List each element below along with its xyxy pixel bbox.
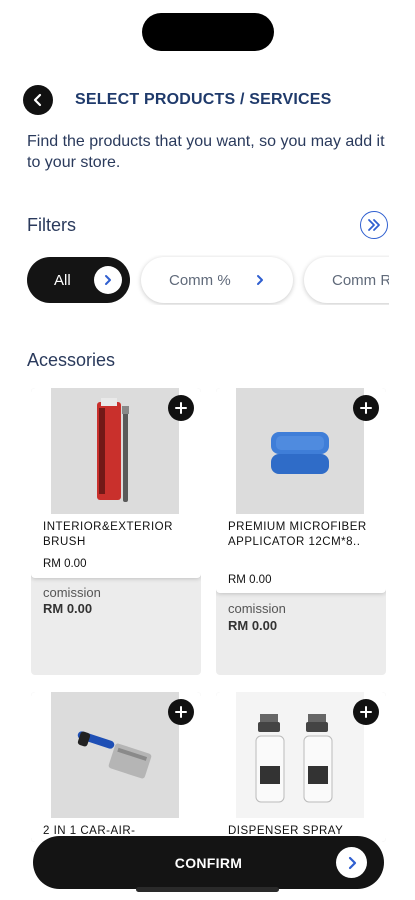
page-title: SELECT PRODUCTS / SERVICES — [75, 91, 332, 108]
filter-chip-label: Comm % — [169, 271, 231, 289]
product-card-top: 2 IN 1 CAR-AIR- — [31, 692, 201, 842]
chevron-right-icon — [336, 847, 367, 878]
product-image — [51, 388, 179, 514]
commission-value: RM 0.00 — [43, 601, 93, 616]
filters-toggle-button[interactable] — [360, 211, 388, 239]
header: SELECT PRODUCTS / SERVICES — [23, 83, 393, 117]
filter-chip-label: All — [54, 271, 71, 289]
filter-chip-label: Comm R — [332, 271, 389, 289]
product-name: PREMIUM MICROFIBER APPLICATOR 12CM*8.. — [228, 521, 367, 548]
plus-icon — [360, 402, 372, 414]
chevron-right-icon — [94, 266, 122, 294]
filter-chip-comm-rm[interactable]: Comm R — [304, 257, 389, 303]
section-title: Acessories — [27, 350, 116, 370]
add-product-button[interactable] — [168, 699, 194, 725]
double-chevron-right-icon — [368, 219, 380, 231]
add-product-button[interactable] — [168, 395, 194, 421]
add-product-button[interactable] — [353, 699, 379, 725]
commission-label: comission — [43, 585, 101, 600]
product-card[interactable]: DISPENSER SPRAY — [216, 692, 386, 842]
product-card[interactable]: 2 IN 1 CAR-AIR- — [31, 692, 201, 842]
plus-icon — [175, 706, 187, 718]
product-price: RM 0.00 — [228, 574, 272, 586]
camera-notch — [142, 13, 274, 51]
chevron-left-icon — [33, 93, 42, 107]
filter-chip-all[interactable]: All — [27, 257, 130, 303]
product-image — [236, 692, 364, 818]
product-card[interactable]: INTERIOR&EXTERIOR BRUSH RM 0.00 comissio… — [31, 388, 201, 675]
product-card-top: DISPENSER SPRAY — [216, 692, 386, 842]
product-price: RM 0.00 — [43, 558, 87, 570]
product-card-top: INTERIOR&EXTERIOR BRUSH RM 0.00 — [31, 388, 201, 578]
page-subtitle: Find the products that you want, so you … — [27, 133, 385, 171]
plus-icon — [360, 706, 372, 718]
back-button[interactable] — [23, 85, 53, 115]
add-product-button[interactable] — [353, 395, 379, 421]
home-indicator — [136, 887, 279, 892]
confirm-label: CONFIRM — [174, 854, 243, 871]
product-card-top: PREMIUM MICROFIBER APPLICATOR 12CM*8.. R… — [216, 388, 386, 593]
chevron-right-icon — [251, 271, 269, 289]
commission-value: RM 0.00 — [228, 618, 278, 633]
product-card[interactable]: PREMIUM MICROFIBER APPLICATOR 12CM*8.. R… — [216, 388, 386, 675]
product-image — [51, 692, 179, 818]
filters-label: Filters — [27, 215, 76, 235]
commission-label: comission — [228, 601, 286, 616]
filter-chip-comm-percent[interactable]: Comm % — [141, 257, 293, 303]
product-name: INTERIOR&EXTERIOR BRUSH — [43, 521, 173, 548]
filter-chips: All Comm % Comm R — [27, 255, 389, 305]
plus-icon — [175, 402, 187, 414]
confirm-button[interactable]: CONFIRM — [33, 836, 384, 889]
product-image — [236, 388, 364, 514]
